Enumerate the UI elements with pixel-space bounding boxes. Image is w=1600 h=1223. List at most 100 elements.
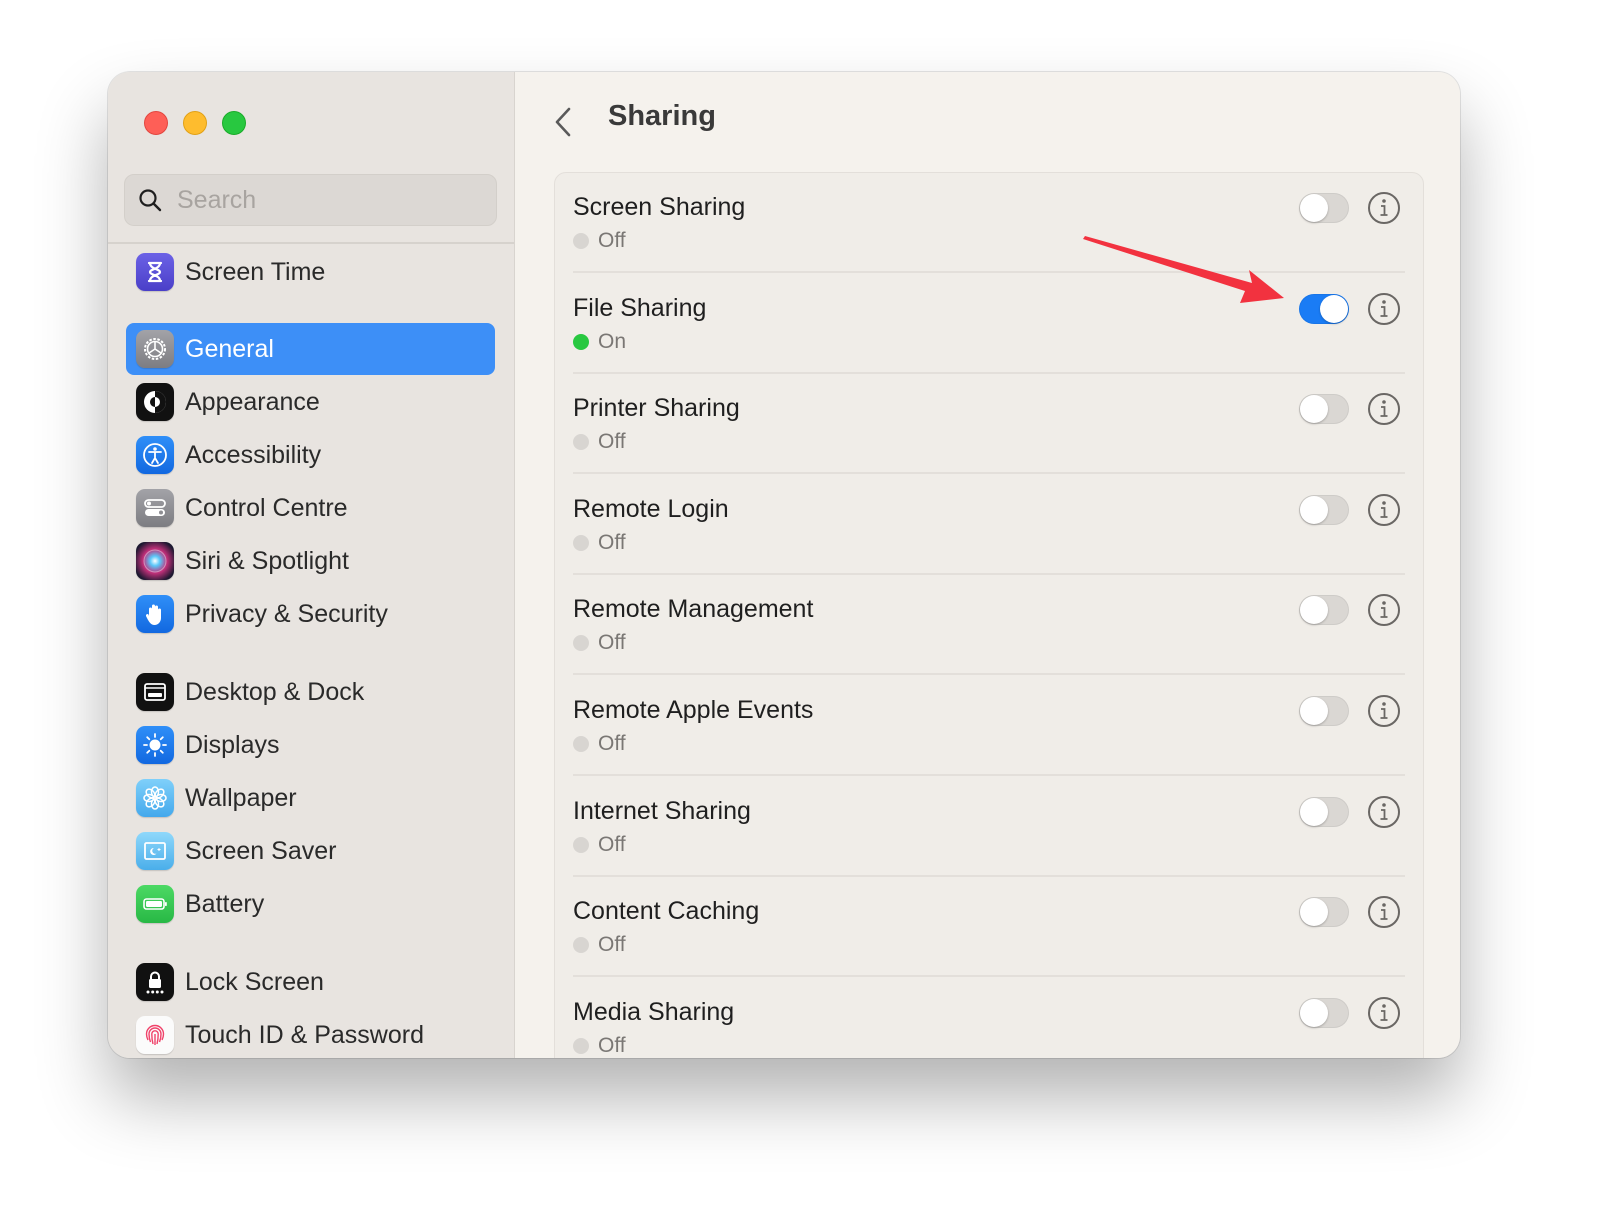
sidebar-item-touch-id-password[interactable]: Touch ID & Password	[126, 1009, 495, 1058]
sidebar-item-label: Control Centre	[185, 493, 348, 522]
toggle-knob	[1300, 596, 1328, 625]
info-icon[interactable]	[1367, 593, 1401, 627]
toggle-knob	[1300, 194, 1328, 222]
info-icon[interactable]	[1367, 895, 1401, 929]
back-button[interactable]	[552, 102, 582, 142]
service-status: Off	[573, 833, 626, 857]
service-status: Off	[573, 229, 626, 253]
sidebar-item-label: Desktop & Dock	[185, 677, 365, 706]
status-text: Off	[598, 631, 626, 655]
maximize-button[interactable]	[222, 111, 246, 135]
service-status: Off	[573, 430, 626, 454]
service-name: Remote Login	[573, 494, 729, 523]
status-text: Off	[598, 832, 626, 856]
sidebar-item-privacy-security[interactable]: Privacy & Security	[126, 588, 495, 640]
info-icon[interactable]	[1367, 292, 1401, 326]
status-dot-icon	[573, 836, 589, 853]
sidebar-item-screen-time[interactable]: Screen Time	[126, 246, 495, 298]
sidebar-item-label: Appearance	[185, 387, 320, 416]
status-dot-icon	[573, 333, 589, 350]
service-row-screen-sharing: Screen Sharing Off	[555, 173, 1423, 273]
siri-icon	[136, 542, 174, 580]
sidebar-item-general[interactable]: General	[126, 323, 495, 375]
hand-icon	[136, 595, 174, 633]
file-sharing-toggle[interactable]	[1299, 293, 1349, 324]
status-dot-icon	[573, 534, 589, 551]
service-name: File Sharing	[573, 293, 707, 322]
sidebar-item-label: Screen Saver	[185, 836, 337, 865]
remote-login-toggle[interactable]	[1299, 494, 1349, 525]
printer-sharing-toggle[interactable]	[1299, 394, 1349, 425]
service-name: Remote Management	[573, 595, 814, 624]
sidebar-item-label: Screen Time	[185, 257, 326, 286]
service-row-media-sharing: Media Sharing Off	[555, 978, 1423, 1058]
info-icon[interactable]	[1367, 493, 1401, 527]
sidebar-item-desktop-dock[interactable]: Desktop & Dock	[126, 666, 495, 718]
service-name: Printer Sharing	[573, 394, 740, 423]
sidebar-divider	[108, 242, 514, 244]
screen-sharing-toggle[interactable]	[1299, 193, 1349, 223]
remote-management-toggle[interactable]	[1299, 595, 1349, 626]
status-dot-icon	[573, 233, 589, 249]
sidebar-item-label: Privacy & Security	[185, 599, 388, 628]
sidebar-item-appearance[interactable]: Appearance	[126, 376, 495, 428]
sidebar-item-label: Battery	[185, 889, 265, 918]
sidebar-item-label: General	[185, 334, 274, 363]
dock-icon	[136, 673, 174, 711]
service-row-remote-apple-events: Remote Apple Events Off	[555, 676, 1423, 776]
service-status: Off	[573, 531, 626, 555]
content-caching-toggle[interactable]	[1299, 897, 1349, 928]
status-dot-icon	[573, 635, 589, 652]
status-text: Off	[598, 933, 626, 957]
toggle-knob	[1300, 998, 1328, 1027]
search-field[interactable]	[124, 174, 497, 226]
info-icon[interactable]	[1367, 392, 1401, 426]
toggle-knob	[1300, 898, 1328, 927]
status-text: Off	[598, 530, 626, 554]
internet-sharing-toggle[interactable]	[1299, 796, 1349, 827]
info-icon[interactable]	[1367, 795, 1401, 829]
sidebar-item-screen-saver[interactable]: Screen Saver	[126, 825, 495, 877]
sidebar-item-displays[interactable]: Displays	[126, 719, 495, 771]
status-dot-icon	[573, 736, 589, 752]
info-icon[interactable]	[1367, 191, 1401, 225]
sidebar-item-label: Siri & Spotlight	[185, 546, 349, 575]
sidebar-item-lock-screen[interactable]: Lock Screen	[126, 956, 495, 1008]
sidebar: Screen Time General Appearance Accessibi…	[108, 72, 515, 1058]
service-row-file-sharing: File Sharing On	[555, 274, 1423, 374]
service-status: Off	[573, 631, 626, 655]
sidebar-item-label: Wallpaper	[185, 783, 297, 812]
media-sharing-toggle[interactable]	[1299, 997, 1349, 1028]
appearance-icon	[136, 383, 174, 421]
sidebar-item-siri-spotlight[interactable]: Siri & Spotlight	[126, 535, 495, 587]
info-icon[interactable]	[1367, 694, 1401, 728]
close-button[interactable]	[144, 111, 168, 135]
sidebar-item-label: Displays	[185, 730, 280, 759]
service-name: Screen Sharing	[573, 193, 746, 221]
service-name: Remote Apple Events	[573, 696, 814, 724]
remote-apple-events-toggle[interactable]	[1299, 696, 1349, 726]
sidebar-item-wallpaper[interactable]: Wallpaper	[126, 772, 495, 824]
sharing-services-list: Screen Sharing Off File Sharing On Printer S…	[554, 172, 1424, 1058]
service-row-content-caching: Content Caching Off	[555, 877, 1423, 978]
service-name: Media Sharing	[573, 997, 735, 1026]
minimize-button[interactable]	[183, 111, 207, 135]
battery-icon	[136, 885, 174, 923]
status-text: Off	[598, 732, 626, 755]
info-icon[interactable]	[1367, 996, 1401, 1030]
search-input[interactable]	[177, 185, 477, 215]
toggle-knob	[1300, 797, 1328, 826]
service-status: On	[573, 330, 626, 354]
window-controls	[144, 111, 246, 135]
toggle-knob	[1320, 294, 1348, 323]
status-text: Off	[598, 1033, 626, 1057]
screen-saver-icon	[136, 832, 174, 870]
page-title: Sharing	[608, 100, 716, 132]
sidebar-item-battery[interactable]: Battery	[126, 878, 495, 930]
sidebar-item-control-centre[interactable]: Control Centre	[126, 482, 495, 534]
fingerprint-icon	[136, 1016, 174, 1054]
service-status: Off	[573, 732, 626, 756]
service-row-internet-sharing: Internet Sharing Off	[555, 777, 1423, 877]
sidebar-item-accessibility[interactable]: Accessibility	[126, 429, 495, 481]
service-row-remote-login: Remote Login Off	[555, 475, 1423, 575]
